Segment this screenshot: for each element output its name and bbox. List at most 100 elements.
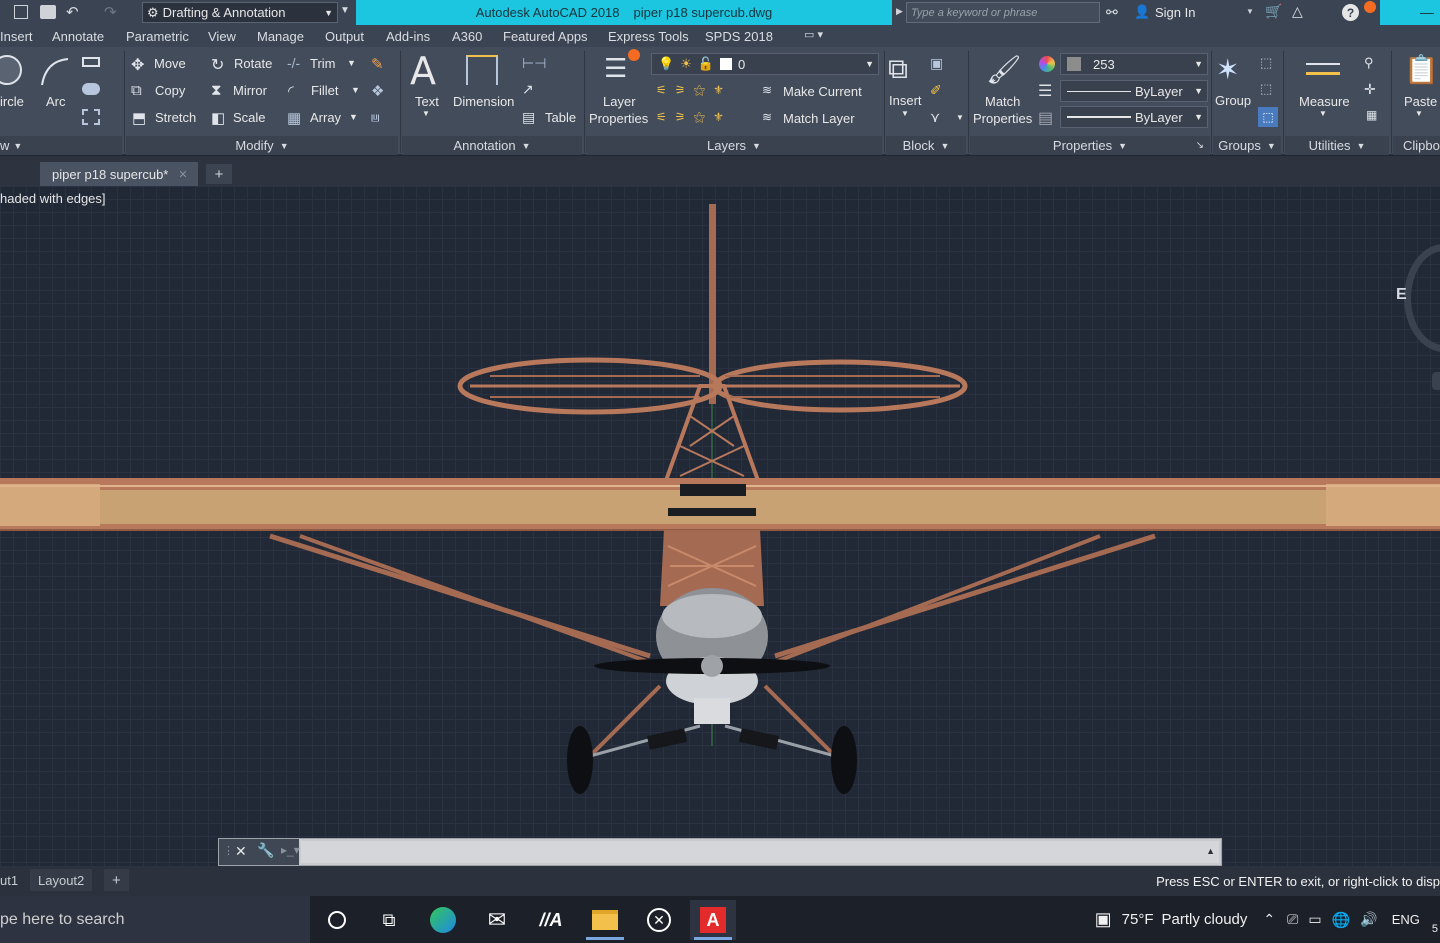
attribute-icon[interactable]: ⋎ xyxy=(930,109,940,126)
edit-block-icon[interactable]: ✐ xyxy=(930,82,942,99)
autocad-taskbar-icon[interactable]: A xyxy=(690,900,736,940)
measure-button[interactable]: Measure xyxy=(1299,94,1350,109)
taskbar-search-box[interactable]: pe here to search xyxy=(0,896,310,943)
dimension-button[interactable]: Dimension xyxy=(453,94,514,109)
chevron-down-icon[interactable]: ▼ xyxy=(1415,109,1423,118)
chevron-down-icon[interactable]: ▼ xyxy=(956,113,964,122)
move-button[interactable]: Move xyxy=(154,56,186,71)
tab-view[interactable]: View xyxy=(208,29,236,44)
point-icon[interactable]: ✛ xyxy=(1364,81,1376,98)
tab-output[interactable]: Output xyxy=(325,29,364,44)
search-input[interactable]: Type a keyword or phrase xyxy=(906,2,1100,23)
mirror-button[interactable]: Mirror xyxy=(233,83,267,98)
redo-icon[interactable]: ↷ xyxy=(104,3,117,21)
chevron-down-icon[interactable]: ▼ xyxy=(422,109,430,118)
clipboard-panel-title[interactable]: Clipbo xyxy=(1393,136,1440,155)
layer-tools-row-2[interactable]: ⚟⚞⚝⚜ xyxy=(656,110,732,125)
tab-add-ins[interactable]: Add-ins xyxy=(386,29,430,44)
paste-button[interactable]: Paste xyxy=(1404,94,1437,109)
properties-panel-title[interactable]: Properties ▼ ↘ xyxy=(970,136,1210,155)
notification-icon[interactable] xyxy=(1364,1,1376,13)
chevron-down-icon[interactable]: ▼ xyxy=(901,109,909,118)
rectangle-icon[interactable] xyxy=(82,57,100,67)
erase-icon[interactable]: ✎ xyxy=(371,55,384,73)
autodesk-app-icon[interactable]: //A xyxy=(528,900,574,940)
undo-icon[interactable]: ↶ xyxy=(66,3,79,21)
linear-dim-icon[interactable]: ⊢⊣ xyxy=(522,55,546,72)
close-icon[interactable]: ✕ xyxy=(235,843,247,860)
tab-layout2[interactable]: Layout2 xyxy=(30,869,93,891)
tab-insert[interactable]: Insert xyxy=(0,29,33,44)
command-input[interactable] xyxy=(301,841,1219,863)
offset-icon[interactable]: ⩏ xyxy=(371,109,379,126)
arc-label[interactable]: Arc xyxy=(46,94,66,109)
layer-tools-row-1[interactable]: ⚟⚞⚝⚜ xyxy=(656,83,732,98)
cortana-icon[interactable] xyxy=(314,900,360,940)
add-layout-button[interactable]: + xyxy=(104,869,129,891)
viewcube-east-label[interactable]: E xyxy=(1396,286,1407,304)
file-tab[interactable]: piper p18 supercub* ✕ xyxy=(40,162,198,186)
stretch-button[interactable]: Stretch xyxy=(155,110,196,125)
chevron-down-icon[interactable]: ▼ xyxy=(349,112,358,122)
draw-panel-title[interactable]: w ▼ xyxy=(0,136,122,155)
calculator-icon[interactable]: ▦ xyxy=(1366,108,1377,122)
utilities-panel-title[interactable]: Utilities ▼ xyxy=(1285,136,1389,155)
wrench-icon[interactable]: 🔧 xyxy=(257,842,274,859)
color-wheel-icon[interactable] xyxy=(1039,56,1055,72)
mail-icon[interactable]: ✉ xyxy=(474,900,520,940)
weather-icon[interactable]: ▣ xyxy=(1095,909,1112,930)
drawing-viewport[interactable]: haded with edges] E xyxy=(0,186,1440,866)
tab-layout1[interactable]: ut1 xyxy=(0,869,26,891)
chevron-down-icon[interactable]: ▼ xyxy=(1246,7,1254,16)
open-icon[interactable] xyxy=(14,5,28,19)
annotation-panel-title[interactable]: Annotation ▼ xyxy=(402,136,582,155)
print-icon[interactable] xyxy=(40,5,56,19)
copy-button[interactable]: Copy xyxy=(155,83,185,98)
layer-properties-label-2[interactable]: Properties xyxy=(589,111,648,126)
circle-icon[interactable] xyxy=(0,55,22,85)
battery-icon[interactable]: ▭ xyxy=(1308,911,1321,928)
groups-panel-title[interactable]: Groups ▼ xyxy=(1213,136,1281,155)
cart-icon[interactable]: 🛒 xyxy=(1265,3,1282,20)
binoculars-icon[interactable]: ⚯ xyxy=(1106,4,1118,21)
modify-panel-title[interactable]: Modify ▼ xyxy=(126,136,398,155)
ribbon-minimize-icon[interactable]: ▭ ▾ xyxy=(804,28,823,41)
tab-manage[interactable]: Manage xyxy=(257,29,304,44)
group-selection-icon[interactable]: ⬚ xyxy=(1258,107,1278,127)
a360-icon[interactable]: △ xyxy=(1292,3,1303,20)
table-button[interactable]: Table xyxy=(545,110,576,125)
scale-button[interactable]: Scale xyxy=(233,110,266,125)
boundary-icon[interactable] xyxy=(82,109,100,125)
close-icon[interactable]: ✕ xyxy=(178,168,187,181)
tab-a360[interactable]: A360 xyxy=(452,29,482,44)
weather-temp[interactable]: 75°F xyxy=(1122,911,1154,928)
file-explorer-icon[interactable] xyxy=(582,900,628,940)
array-button[interactable]: Array xyxy=(310,110,341,125)
workspace-select[interactable]: ⚙ Drafting & Annotation ▼ xyxy=(142,2,338,23)
lineweight-select[interactable]: ByLayer ▼ xyxy=(1060,106,1208,128)
linetype-select[interactable]: ByLayer ▼ xyxy=(1060,80,1208,102)
block-panel-title[interactable]: Block ▼ xyxy=(886,136,966,155)
text-button[interactable]: Text xyxy=(415,94,439,109)
chevron-up-icon[interactable]: ⌃ xyxy=(1263,911,1275,928)
language-indicator[interactable]: ENG xyxy=(1392,912,1420,927)
tab-spds-2018[interactable]: SPDS 2018 xyxy=(705,29,773,44)
make-current-button[interactable]: Make Current xyxy=(783,84,862,99)
explode-icon[interactable]: ❖ xyxy=(371,82,384,100)
arc-icon[interactable] xyxy=(38,55,72,89)
group-edit-icon[interactable]: ⬚ xyxy=(1260,81,1272,97)
fillet-button[interactable]: Fillet xyxy=(311,83,338,98)
tab-featured-apps[interactable]: Featured Apps xyxy=(503,29,588,44)
layer-properties-label-1[interactable]: Layer xyxy=(603,94,636,109)
layer-select[interactable]: 💡 ☀ 🔓 0 ▼ xyxy=(651,53,879,75)
rotate-button[interactable]: Rotate xyxy=(234,56,272,71)
leader-icon[interactable]: ↗ xyxy=(522,81,534,98)
quick-access-dropdown-icon[interactable]: ▼ xyxy=(340,5,350,16)
match-layer-button[interactable]: Match Layer xyxy=(783,111,855,126)
minimize-icon[interactable]: — xyxy=(1420,4,1434,20)
navbar-handle[interactable] xyxy=(1432,372,1440,390)
grip-icon[interactable]: ⋮ xyxy=(223,844,234,857)
transparency-icon[interactable]: ▤ xyxy=(1038,108,1053,128)
volume-icon[interactable]: 🔊 xyxy=(1360,911,1377,928)
match-properties-label-1[interactable]: Match xyxy=(985,94,1020,109)
